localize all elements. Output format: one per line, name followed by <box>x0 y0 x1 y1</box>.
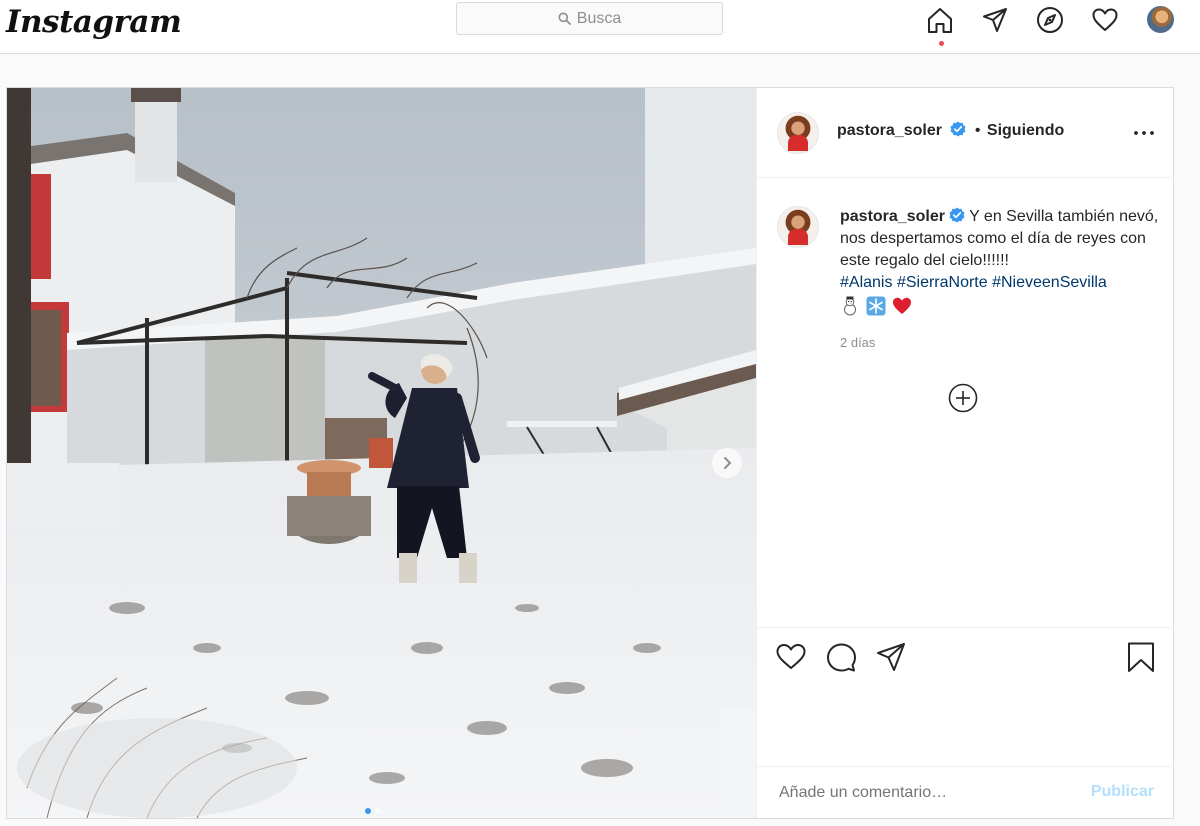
activity-heart-icon[interactable] <box>1091 6 1119 34</box>
comment-input[interactable] <box>777 783 1081 803</box>
more-dots-icon <box>1134 131 1154 135</box>
add-comment-bar: Publicar <box>757 766 1174 819</box>
like-button[interactable] <box>775 641 807 673</box>
following-button[interactable]: Siguiendo <box>987 122 1064 139</box>
snowman-icon <box>844 296 856 316</box>
direct-icon[interactable] <box>981 6 1009 34</box>
post-sidebar: pastora_soler • Siguiendo pastora_soler <box>756 88 1174 818</box>
comment-bubble-icon <box>827 643 856 672</box>
heart-icon <box>776 644 806 669</box>
publish-button[interactable]: Publicar <box>1091 783 1154 801</box>
bookmark-icon <box>1128 642 1154 672</box>
carousel-dot <box>375 808 381 814</box>
hashtag-link[interactable]: #NieveenSevilla <box>992 274 1107 291</box>
author-line: pastora_soler • Siguiendo <box>837 121 1064 140</box>
carousel-dots <box>365 808 381 814</box>
hashtag-link[interactable]: #SierraNorte <box>897 274 988 291</box>
load-more-comments-button[interactable] <box>948 383 978 413</box>
active-indicator-dot <box>939 41 944 46</box>
explore-icon[interactable] <box>1036 6 1064 34</box>
hashtag-link[interactable]: #Alanis <box>840 274 892 291</box>
carousel-dot <box>365 808 371 814</box>
plus-circle-icon <box>948 383 978 413</box>
profile-avatar[interactable] <box>1147 6 1174 33</box>
post-card: pastora_soler • Siguiendo pastora_soler <box>6 87 1174 819</box>
instagram-logo[interactable]: Instagram <box>6 4 182 40</box>
caption-username[interactable]: pastora_soler <box>840 208 945 225</box>
post-timestamp[interactable]: 2 días <box>840 335 875 350</box>
red-heart-icon <box>893 297 911 314</box>
author-username[interactable]: pastora_soler <box>837 122 942 139</box>
home-icon[interactable] <box>926 6 954 34</box>
post-header: pastora_soler • Siguiendo <box>757 88 1174 178</box>
hashtag-line: #Alanis #SierraNorte #NieveenSevilla <box>840 272 1160 294</box>
search-placeholder: Busca <box>576 9 622 27</box>
follow-separator: • <box>974 122 981 139</box>
chevron-right-icon <box>724 457 732 469</box>
comment-button[interactable] <box>825 641 857 673</box>
save-button[interactable] <box>1125 641 1157 673</box>
search-box[interactable]: Busca <box>456 2 723 35</box>
snow-courtyard-image <box>7 88 756 818</box>
search-icon <box>558 12 571 25</box>
snowflake-icon <box>866 296 886 316</box>
caption-author-avatar[interactable] <box>777 206 819 248</box>
author-avatar[interactable] <box>777 112 819 154</box>
post-caption: pastora_soler Y en Sevilla también nevó,… <box>840 206 1160 316</box>
more-options-button[interactable] <box>1129 118 1159 148</box>
verified-badge-icon <box>950 121 966 137</box>
post-actions-bar <box>757 627 1174 688</box>
direct-share-icon <box>877 643 905 671</box>
verified-badge-icon <box>949 207 965 223</box>
post-photo[interactable] <box>7 88 756 818</box>
carousel-next-button[interactable] <box>712 448 742 478</box>
share-button[interactable] <box>875 641 907 673</box>
caption-emojis <box>840 296 1160 316</box>
top-navigation-bar: Instagram Busca <box>0 0 1200 54</box>
